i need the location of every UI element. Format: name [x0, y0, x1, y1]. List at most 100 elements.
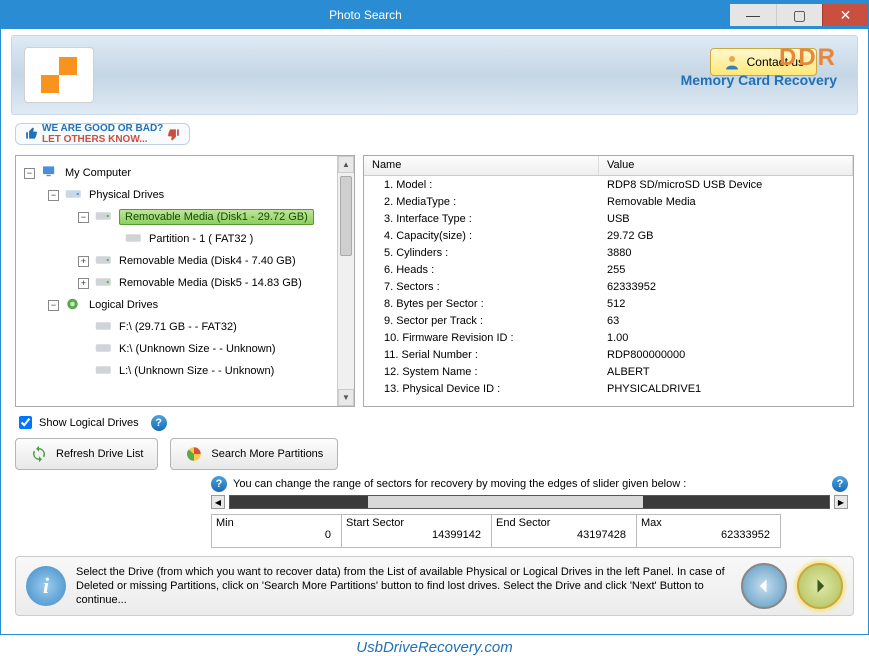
tree-logical-drives[interactable]: − Logical Drives	[20, 294, 350, 316]
detail-row[interactable]: 6. Heads :255	[364, 261, 853, 278]
slider-right-button[interactable]: ▶	[834, 495, 848, 509]
slider-selection[interactable]	[368, 496, 644, 508]
scroll-down-button[interactable]: ▼	[338, 389, 354, 406]
brand-block: DDR Memory Card Recovery	[681, 44, 837, 88]
detail-row[interactable]: 3. Interface Type :USB	[364, 210, 853, 227]
slider-left-button[interactable]: ◀	[211, 495, 225, 509]
detail-row[interactable]: 1. Model :RDP8 SD/microSD USB Device	[364, 176, 853, 193]
detail-row[interactable]: 9. Sector per Track :63	[364, 312, 853, 329]
readout-max: Max62333952	[636, 514, 781, 548]
computer-icon	[41, 165, 61, 181]
tree-disk-item[interactable]: + Removable Media (Disk4 - 7.40 GB)	[20, 250, 350, 272]
tree-logical-item-label: F:\ (29.71 GB - - FAT32)	[119, 321, 237, 333]
brand-name: DDR	[681, 44, 837, 72]
watermark: UsbDriveRecovery.com	[1, 639, 868, 656]
tree-root[interactable]: − My Computer	[20, 162, 350, 184]
tree-logical-label: Logical Drives	[89, 299, 158, 311]
detail-row[interactable]: 8. Bytes per Sector :512	[364, 295, 853, 312]
thumb-up-icon	[25, 127, 39, 141]
column-header-value[interactable]: Value	[599, 156, 853, 175]
detail-name: 9. Sector per Track :	[364, 315, 599, 327]
drive-tree: − My Computer − Physical Drives − Remova…	[16, 156, 354, 388]
detail-value: 62333952	[599, 281, 853, 293]
tree-disk-item[interactable]: + Removable Media (Disk5 - 14.83 GB)	[20, 272, 350, 294]
detail-row[interactable]: 11. Serial Number :RDP800000000	[364, 346, 853, 363]
column-header-name[interactable]: Name	[364, 156, 599, 175]
scroll-up-button[interactable]: ▲	[338, 156, 354, 173]
feedback-button[interactable]: WE ARE GOOD OR BAD? LET OTHERS KNOW...	[15, 123, 190, 145]
detail-row[interactable]: 7. Sectors :62333952	[364, 278, 853, 295]
readout-start: Start Sector14399142	[341, 514, 491, 548]
slider-bar[interactable]	[229, 495, 830, 509]
tree-disk-label: Removable Media (Disk1 - 29.72 GB)	[119, 209, 314, 225]
show-logical-input[interactable]	[19, 416, 32, 429]
slider-hint-text: You can change the range of sectors for …	[233, 478, 826, 490]
detail-name: 4. Capacity(size) :	[364, 230, 599, 242]
expander-icon[interactable]: −	[48, 300, 59, 311]
titlebar: Photo Search — ▢ ✕	[1, 1, 868, 29]
help-icon[interactable]: ?	[151, 415, 167, 431]
detail-value: 255	[599, 264, 853, 276]
show-logical-checkbox[interactable]: Show Logical Drives	[15, 413, 139, 432]
detail-name: 10. Firmware Revision ID :	[364, 332, 599, 344]
tree-logical-item[interactable]: K:\ (Unknown Size - - Unknown)	[20, 338, 350, 360]
details-panel: Name Value 1. Model :RDP8 SD/microSD USB…	[363, 155, 854, 407]
expander-icon[interactable]: −	[78, 212, 89, 223]
tree-logical-item[interactable]: F:\ (29.71 GB - - FAT32)	[20, 316, 350, 338]
tree-logical-item[interactable]: L:\ (Unknown Size - - Unknown)	[20, 360, 350, 382]
detail-name: 8. Bytes per Sector :	[364, 298, 599, 310]
hdd-icon	[95, 253, 115, 269]
detail-name: 12. System Name :	[364, 366, 599, 378]
expander-icon[interactable]: +	[78, 256, 89, 267]
partition-icon	[125, 231, 145, 247]
scroll-thumb[interactable]	[340, 176, 352, 256]
details-header: Name Value	[364, 156, 853, 176]
app-logo	[24, 47, 94, 103]
tree-scrollbar[interactable]: ▲ ▼	[337, 156, 354, 406]
app-window: Photo Search — ▢ ✕ Contact us DDR Memory…	[0, 0, 869, 635]
detail-name: 5. Cylinders :	[364, 247, 599, 259]
back-arrow-icon	[754, 576, 774, 596]
minimize-button[interactable]: —	[730, 4, 776, 26]
brand-subtitle: Memory Card Recovery	[681, 72, 837, 88]
info-icon: i	[26, 566, 66, 606]
detail-row[interactable]: 4. Capacity(size) :29.72 GB	[364, 227, 853, 244]
detail-row[interactable]: 10. Firmware Revision ID :1.00	[364, 329, 853, 346]
detail-row[interactable]: 2. MediaType :Removable Media	[364, 193, 853, 210]
detail-value: USB	[599, 213, 853, 225]
detail-row[interactable]: 5. Cylinders :3880	[364, 244, 853, 261]
footer-text: Select the Drive (from which you want to…	[76, 565, 731, 607]
slider-track: ◀ ▶	[211, 494, 848, 510]
tree-partition-item[interactable]: Partition - 1 ( FAT32 )	[20, 228, 350, 250]
readout-end: End Sector43197428	[491, 514, 636, 548]
help-icon[interactable]: ?	[832, 476, 848, 492]
banner: Contact us DDR Memory Card Recovery	[11, 35, 858, 115]
refresh-button[interactable]: Refresh Drive List	[15, 438, 158, 470]
tree-physical-drives[interactable]: − Physical Drives	[20, 184, 350, 206]
hdd-icon	[95, 275, 115, 291]
tree-disk-item[interactable]: − Removable Media (Disk1 - 29.72 GB)	[20, 206, 350, 228]
tree-partition-label: Partition - 1 ( FAT32 )	[149, 233, 253, 245]
detail-value: 3880	[599, 247, 853, 259]
search-more-button[interactable]: Search More Partitions	[170, 438, 338, 470]
maximize-button[interactable]: ▢	[776, 4, 822, 26]
main-area: − My Computer − Physical Drives − Remova…	[15, 155, 854, 407]
detail-row[interactable]: 13. Physical Device ID :PHYSICALDRIVE1	[364, 380, 853, 397]
window-title: Photo Search	[1, 8, 730, 22]
expander-icon[interactable]: +	[78, 278, 89, 289]
tree-disk-label: Removable Media (Disk5 - 14.83 GB)	[119, 277, 302, 289]
expander-icon[interactable]: −	[24, 168, 35, 179]
detail-row[interactable]: 12. System Name :ALBERT	[364, 363, 853, 380]
slider-readouts: Min0 Start Sector14399142 End Sector4319…	[211, 514, 848, 548]
hdd-icon	[95, 209, 115, 225]
help-icon[interactable]: ?	[211, 476, 227, 492]
pie-search-icon	[185, 445, 203, 463]
expander-icon[interactable]: −	[48, 190, 59, 201]
hdd-icon	[95, 319, 115, 335]
detail-name: 2. MediaType :	[364, 196, 599, 208]
detail-name: 11. Serial Number :	[364, 349, 599, 361]
next-button[interactable]	[797, 563, 843, 609]
back-button[interactable]	[741, 563, 787, 609]
show-logical-label: Show Logical Drives	[39, 417, 139, 429]
close-button[interactable]: ✕	[822, 4, 868, 26]
